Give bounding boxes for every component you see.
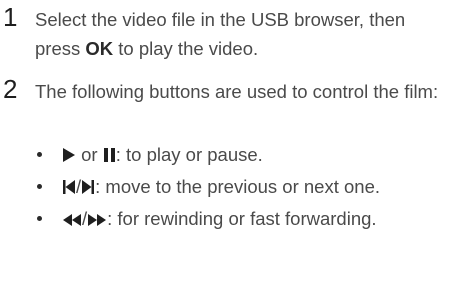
bullet-icon <box>37 216 42 221</box>
next-icon <box>81 179 95 195</box>
control-list: or : to play or pause. / : move to the p… <box>35 140 445 233</box>
previous-icon <box>62 179 76 195</box>
step-number: 1 <box>3 2 18 32</box>
control-description: : to play or pause. <box>115 144 263 165</box>
step-number: 2 <box>3 74 18 104</box>
bullet-icon <box>37 184 42 189</box>
play-icon <box>62 147 76 163</box>
pause-icon <box>103 147 116 163</box>
bullet-icon <box>37 152 42 157</box>
control-description: : move to the previous or next one. <box>95 176 380 197</box>
list-item: / : move to the previous or next one. <box>35 172 445 201</box>
fast-forward-icon <box>87 213 107 227</box>
ok-key-label: OK <box>85 38 114 59</box>
list-item: / : for rewinding or fast forwarding. <box>35 204 445 233</box>
step-text: The following buttons are used to contro… <box>35 81 439 102</box>
step-text: Select the video file in the USB browser… <box>35 5 445 63</box>
control-description: : for rewinding or fast forwarding. <box>107 208 377 229</box>
control-separator: or <box>76 144 103 165</box>
list-item: or : to play or pause. <box>35 140 445 169</box>
step-text-part: to play the video. <box>113 38 259 59</box>
instructions-page: 1 Select the video file in the USB brows… <box>0 0 449 282</box>
rewind-icon <box>62 213 82 227</box>
